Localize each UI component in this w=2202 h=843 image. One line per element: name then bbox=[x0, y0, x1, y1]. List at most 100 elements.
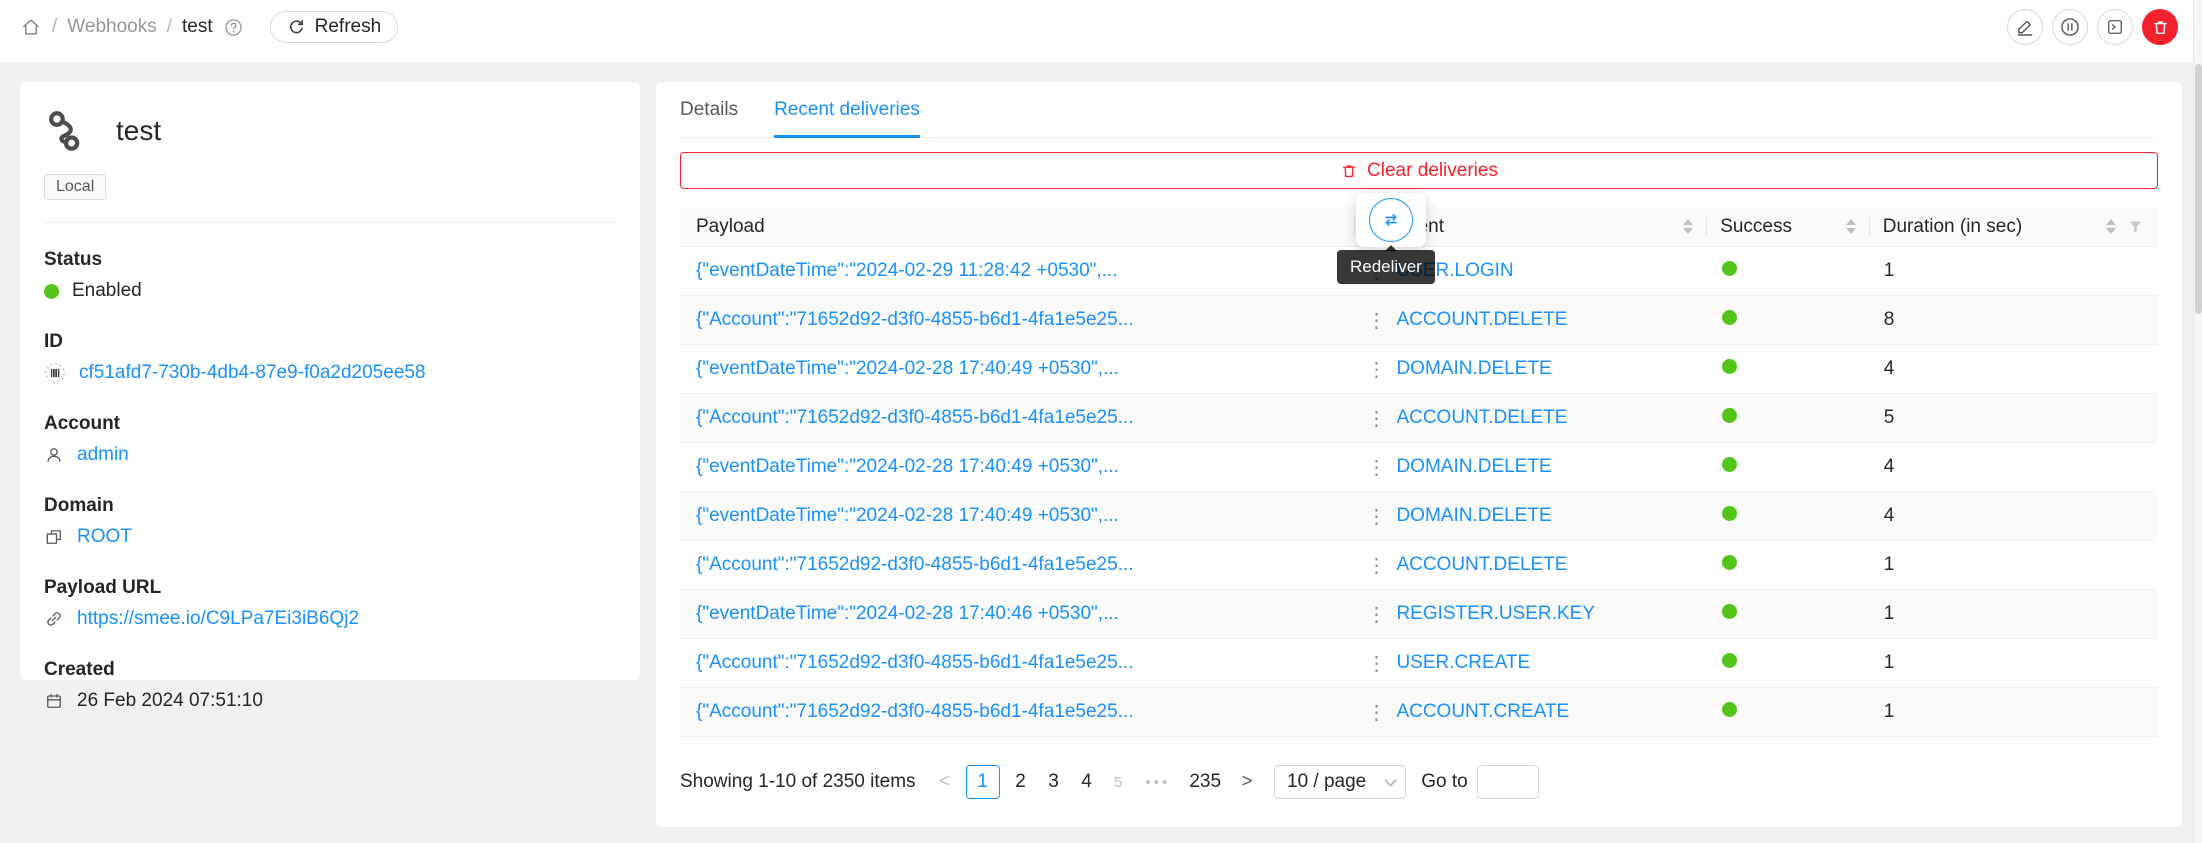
pagination-page-5[interactable]: 5 bbox=[1108, 765, 1132, 799]
row-actions-button[interactable]: ⋮ bbox=[1365, 455, 1387, 480]
table-row: {"eventDateTime":"2024-02-28 17:40:49 +0… bbox=[680, 345, 2158, 394]
redeliver-button[interactable] bbox=[1369, 198, 1413, 242]
duration-value: 1 bbox=[1870, 603, 2158, 625]
row-actions-button[interactable]: ⋮ bbox=[1365, 406, 1387, 431]
page-size-value: 10 / page bbox=[1287, 771, 1366, 793]
webhook-info-card: test Local Status Enabled ID cf51afd7-73… bbox=[20, 82, 640, 680]
deliveries-table: Payload Event Success Duration (in sec) bbox=[680, 207, 2158, 737]
row-actions-button[interactable]: ⋮ bbox=[1365, 602, 1387, 627]
payload-link[interactable]: {"eventDateTime":"2024-02-28 17:40:49 +0… bbox=[696, 456, 1119, 477]
pagination-page-2[interactable]: 2 bbox=[1009, 765, 1033, 799]
pagination-page-last[interactable]: 235 bbox=[1184, 765, 1226, 799]
payload-link[interactable]: {"Account":"71652d92-d3f0-4855-b6d1-4fa1… bbox=[696, 701, 1134, 722]
user-icon bbox=[44, 445, 64, 465]
console-button[interactable] bbox=[2097, 9, 2133, 45]
filter-icon[interactable] bbox=[2127, 218, 2144, 235]
payload-link[interactable]: {"Account":"71652d92-d3f0-4855-b6d1-4fa1… bbox=[696, 554, 1134, 575]
payload-link[interactable]: {"Account":"71652d92-d3f0-4855-b6d1-4fa1… bbox=[696, 652, 1134, 673]
sort-icon bbox=[1846, 219, 1856, 234]
delete-button[interactable] bbox=[2142, 9, 2178, 45]
page-title: test bbox=[116, 115, 161, 147]
event-link[interactable]: DOMAIN.DELETE bbox=[1396, 456, 1551, 478]
pagination-prev[interactable]: < bbox=[933, 765, 957, 799]
topbar: / Webhooks / test Refresh bbox=[0, 0, 2202, 62]
field-label: Status bbox=[44, 249, 616, 271]
event-link[interactable]: DOMAIN.DELETE bbox=[1396, 358, 1551, 380]
pagination-page-1[interactable]: 1 bbox=[966, 765, 1000, 799]
row-actions-button[interactable]: ⋮ bbox=[1365, 700, 1387, 725]
webhook-id-link[interactable]: cf51afd7-730b-4db4-87e9-f0a2d205ee58 bbox=[79, 362, 426, 384]
console-icon bbox=[2105, 17, 2125, 37]
payload-link[interactable]: {"Account":"71652d92-d3f0-4855-b6d1-4fa1… bbox=[696, 407, 1134, 428]
table-row: {"Account":"71652d92-d3f0-4855-b6d1-4fa1… bbox=[680, 541, 2158, 590]
refresh-button[interactable]: Refresh bbox=[270, 11, 399, 43]
payload-link[interactable]: {"eventDateTime":"2024-02-28 17:40:46 +0… bbox=[696, 603, 1119, 624]
success-indicator bbox=[1722, 261, 1737, 276]
field-label: Created bbox=[44, 659, 616, 681]
event-link[interactable]: ACCOUNT.DELETE bbox=[1396, 309, 1567, 331]
resource-head: test bbox=[44, 108, 616, 154]
success-indicator bbox=[1722, 506, 1737, 521]
success-indicator bbox=[1722, 457, 1737, 472]
field-status: Status Enabled bbox=[44, 249, 616, 302]
row-actions-button[interactable]: ⋮ bbox=[1365, 357, 1387, 382]
pagination-summary: Showing 1-10 of 2350 items bbox=[680, 771, 916, 793]
help-icon[interactable] bbox=[223, 17, 244, 38]
payload-link[interactable]: {"eventDateTime":"2024-02-29 11:28:42 +0… bbox=[696, 260, 1118, 281]
pagination-page-4[interactable]: 4 bbox=[1075, 765, 1099, 799]
payload-link[interactable]: {"eventDateTime":"2024-02-28 17:40:49 +0… bbox=[696, 358, 1119, 379]
barcode-icon bbox=[44, 362, 66, 384]
duration-value: 8 bbox=[1870, 309, 2158, 331]
sort-icon bbox=[1683, 219, 1693, 234]
duration-value: 4 bbox=[1870, 456, 2158, 478]
goto-page-input[interactable] bbox=[1477, 765, 1539, 799]
duration-value: 1 bbox=[1870, 554, 2158, 576]
pause-button[interactable] bbox=[2052, 9, 2088, 45]
table-row: {"Account":"71652d92-d3f0-4855-b6d1-4fa1… bbox=[680, 688, 2158, 737]
page-size-select[interactable]: 10 / page bbox=[1274, 765, 1406, 799]
field-domain: Domain ROOT bbox=[44, 495, 616, 548]
payload-link[interactable]: {"eventDateTime":"2024-02-28 17:40:49 +0… bbox=[696, 505, 1119, 526]
field-payload-url: Payload URL https://smee.io/C9LPa7Ei3iB6… bbox=[44, 577, 616, 630]
edit-button[interactable] bbox=[2007, 9, 2043, 45]
field-label: Domain bbox=[44, 495, 616, 517]
breadcrumb-separator: / bbox=[52, 16, 57, 38]
scrollbar bbox=[2193, 0, 2202, 843]
tab-recent-deliveries[interactable]: Recent deliveries bbox=[774, 82, 920, 137]
column-header-duration[interactable]: Duration (in sec) bbox=[1870, 207, 2158, 246]
clear-deliveries-button[interactable]: Clear deliveries bbox=[680, 152, 2158, 189]
event-link[interactable]: ACCOUNT.DELETE bbox=[1396, 407, 1567, 429]
event-link[interactable]: USER.CREATE bbox=[1396, 652, 1530, 674]
event-link[interactable]: REGISTER.USER.KEY bbox=[1396, 603, 1595, 625]
refresh-icon bbox=[287, 18, 306, 37]
pagination-page-3[interactable]: 3 bbox=[1042, 765, 1066, 799]
field-id: ID cf51afd7-730b-4db4-87e9-f0a2d205ee58 bbox=[44, 331, 616, 384]
divider bbox=[44, 222, 616, 223]
scrollbar-thumb[interactable] bbox=[2195, 64, 2202, 314]
event-link[interactable]: DOMAIN.DELETE bbox=[1396, 505, 1551, 527]
breadcrumb-current: test bbox=[182, 16, 213, 38]
success-indicator bbox=[1722, 604, 1737, 619]
event-link[interactable]: ACCOUNT.DELETE bbox=[1396, 554, 1567, 576]
home-icon[interactable] bbox=[20, 16, 42, 38]
field-label: ID bbox=[44, 331, 616, 353]
domain-link[interactable]: ROOT bbox=[77, 526, 132, 548]
created-value: 26 Feb 2024 07:51:10 bbox=[77, 690, 263, 712]
payload-url-link[interactable]: https://smee.io/C9LPa7Ei3iB6Qj2 bbox=[77, 608, 359, 630]
success-indicator bbox=[1722, 408, 1737, 423]
breadcrumb: / Webhooks / test Refresh bbox=[20, 11, 398, 43]
row-actions-button[interactable]: ⋮ bbox=[1365, 651, 1387, 676]
pagination-jump-next[interactable]: ••• bbox=[1141, 765, 1176, 799]
row-actions-button[interactable]: ⋮ bbox=[1365, 308, 1387, 333]
account-link[interactable]: admin bbox=[77, 444, 129, 466]
event-link[interactable]: ACCOUNT.CREATE bbox=[1396, 701, 1569, 723]
breadcrumb-webhooks-link[interactable]: Webhooks bbox=[67, 16, 156, 38]
clear-deliveries-label: Clear deliveries bbox=[1367, 160, 1498, 182]
field-label: Payload URL bbox=[44, 577, 616, 599]
payload-link[interactable]: {"Account":"71652d92-d3f0-4855-b6d1-4fa1… bbox=[696, 309, 1134, 330]
tab-details[interactable]: Details bbox=[680, 82, 738, 137]
row-actions-button[interactable]: ⋮ bbox=[1365, 504, 1387, 529]
pagination-next[interactable]: > bbox=[1235, 765, 1259, 799]
row-actions-button[interactable]: ⋮ bbox=[1365, 553, 1387, 578]
column-header-success[interactable]: Success bbox=[1707, 207, 1870, 246]
